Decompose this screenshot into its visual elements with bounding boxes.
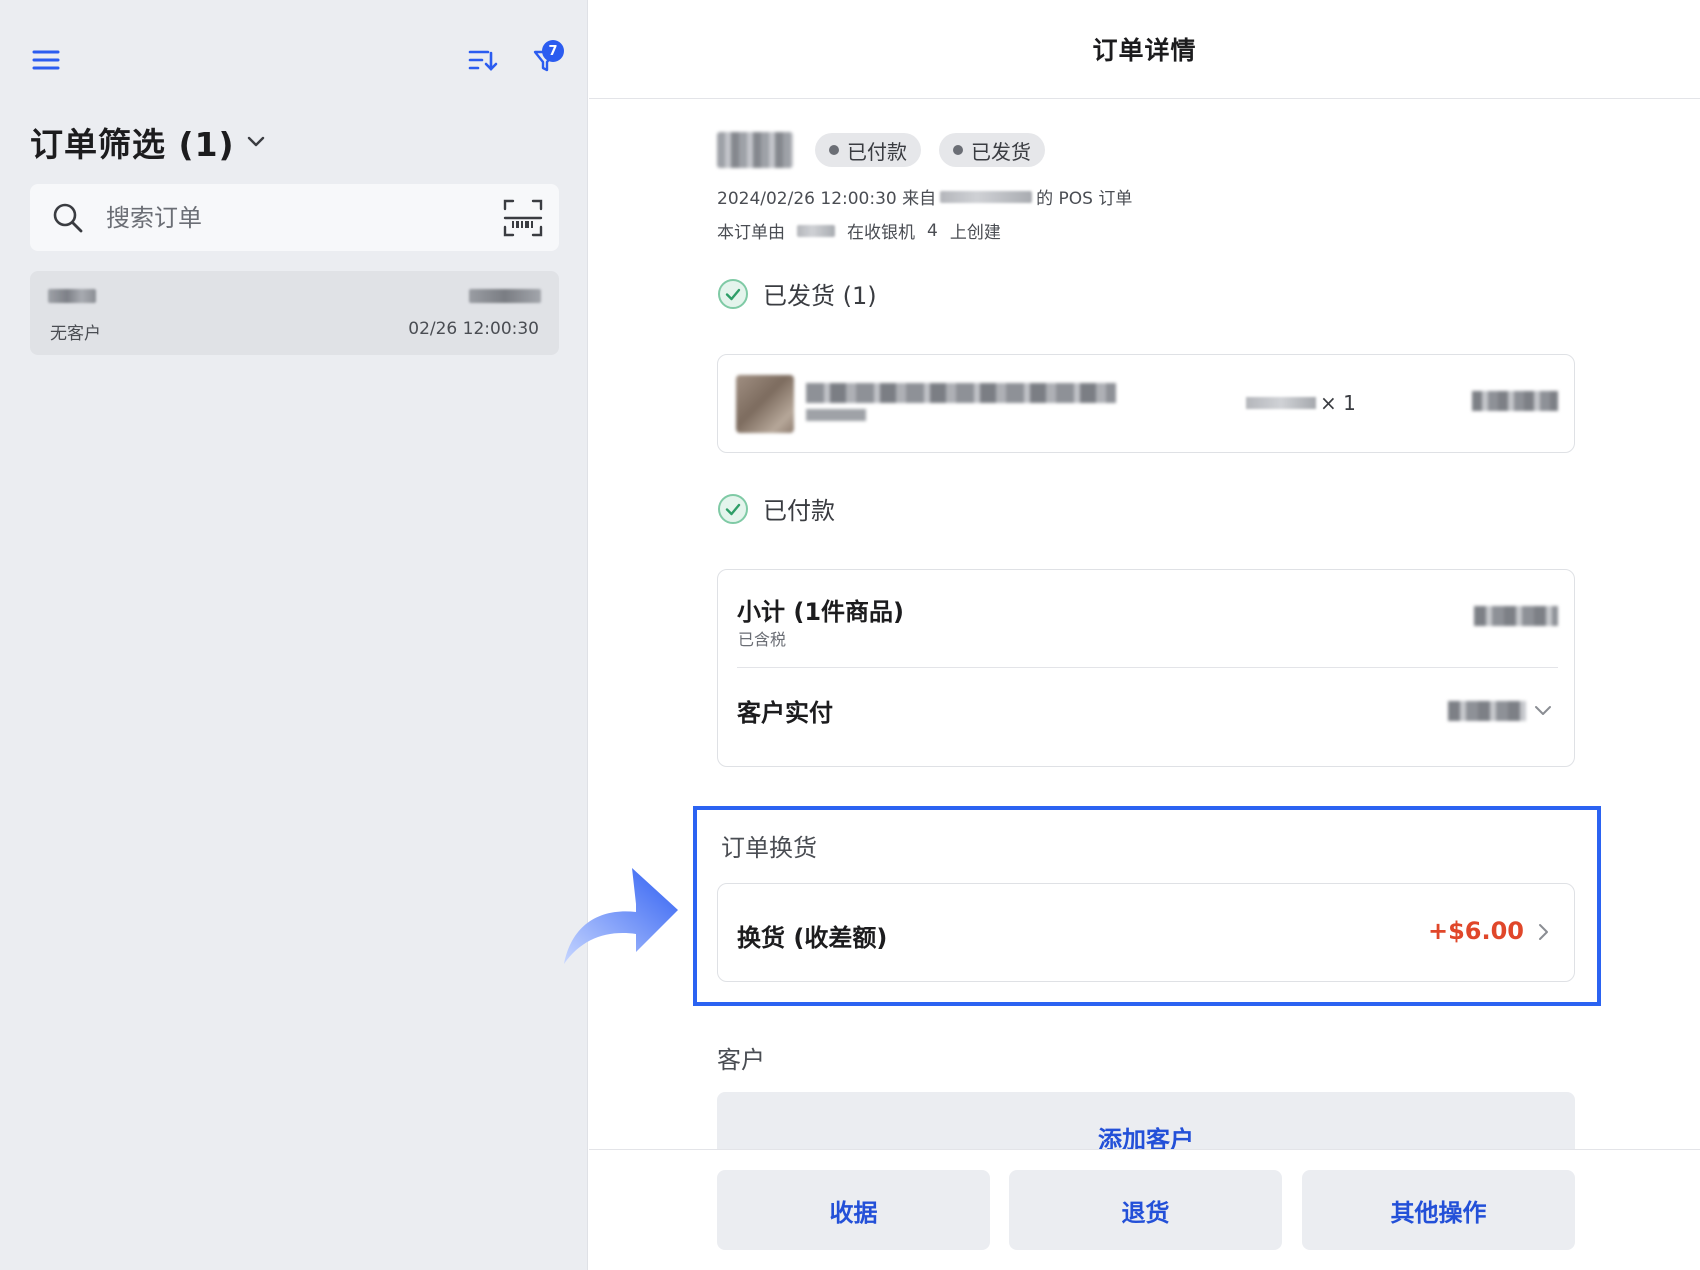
staff-name-redacted [797, 224, 835, 237]
customer-section-title: 客户 [717, 1046, 765, 1074]
order-source-line: 2024/02/26 12:00:30 来自 的 POS 订单 [717, 189, 1133, 209]
order-time: 02/26 12:00:30 [408, 319, 539, 339]
shipped-section-header: 已发货 (1) [717, 276, 877, 311]
detail-header: 订单详情 [589, 0, 1700, 99]
product-name-redacted [806, 383, 1116, 403]
order-list-item[interactable]: 无客户 02/26 12:00:30 [30, 271, 559, 355]
customer-paid-label: 客户实付 [737, 699, 833, 727]
product-variant-redacted [806, 409, 866, 421]
filter-count-badge: 7 [542, 40, 564, 62]
menu-icon[interactable] [26, 40, 66, 80]
check-circle-icon [718, 493, 748, 524]
sort-icon[interactable] [462, 40, 504, 80]
return-button[interactable]: 退货 [1009, 1170, 1282, 1250]
more-actions-button[interactable]: 其他操作 [1302, 1170, 1575, 1250]
bottom-action-bar: 收据 退货 其他操作 [589, 1149, 1700, 1270]
order-list-pane: 7 订单筛选 (1) 无客户 02/26 12:00:30 [0, 0, 588, 1270]
order-total-redacted [469, 289, 541, 303]
chevron-down-icon [247, 136, 264, 147]
filter-icon[interactable]: 7 [524, 38, 566, 82]
order-header: 已付款 已发货 [717, 132, 1045, 168]
search-icon [53, 203, 83, 232]
paid-title: 已付款 [763, 497, 835, 525]
shipped-title: 已发货 (1) [763, 282, 877, 310]
paid-section-header: 已付款 [717, 491, 835, 526]
status-badge-paid: 已付款 [815, 133, 921, 167]
detail-content: 已付款 已发货 2024/02/26 12:00:30 来自 的 POS 订单 … [589, 100, 1700, 1149]
barcode-scan-icon[interactable] [503, 199, 543, 237]
exchange-row[interactable]: 换货 (收差额) +$6.00 [717, 883, 1575, 982]
chevron-down-icon[interactable] [1532, 700, 1554, 722]
store-name-redacted [940, 190, 1033, 203]
shipped-item-card[interactable]: × 1 [717, 354, 1575, 453]
divider [737, 667, 1558, 668]
filter-title: 订单筛选 (1) [30, 125, 235, 164]
item-price-redacted [1472, 391, 1558, 411]
item-quantity: × 1 [1246, 391, 1356, 415]
order-created-line: 本订单由 在收银机 4 上创建 [717, 220, 1001, 244]
pointer-arrow-icon [564, 868, 678, 964]
customer-paid-amount-redacted [1448, 701, 1526, 721]
exchange-amount: +$6.00 [1427, 917, 1524, 945]
order-customer: 无客户 [50, 324, 101, 344]
search-input[interactable] [106, 203, 466, 232]
add-customer-button[interactable]: 添加客户 [717, 1092, 1575, 1149]
subtotal-label: 小计 (1件商品) [737, 598, 904, 626]
subtotal-amount-redacted [1474, 606, 1558, 626]
exchange-section-title: 订单换货 [721, 834, 817, 862]
order-filter-dropdown[interactable]: 订单筛选 (1) [30, 118, 265, 166]
order-number-redacted [717, 132, 793, 168]
page-title: 订单详情 [1092, 36, 1197, 65]
receipt-button[interactable]: 收据 [717, 1170, 990, 1250]
tax-included-note: 已含税 [738, 630, 787, 649]
search-bar [30, 184, 559, 251]
chevron-right-icon [1539, 924, 1548, 940]
check-circle-icon [718, 278, 748, 309]
exchange-label: 换货 (收差额) [737, 924, 888, 952]
product-thumbnail [736, 375, 794, 433]
order-detail-pane: 订单详情 已付款 已发货 2024/02/26 12:00:30 来自 的 PO… [589, 0, 1700, 1270]
payment-card: 小计 (1件商品) 已含税 客户实付 [717, 569, 1575, 767]
status-badge-shipped: 已发货 [939, 133, 1045, 167]
order-number-redacted [48, 289, 96, 303]
